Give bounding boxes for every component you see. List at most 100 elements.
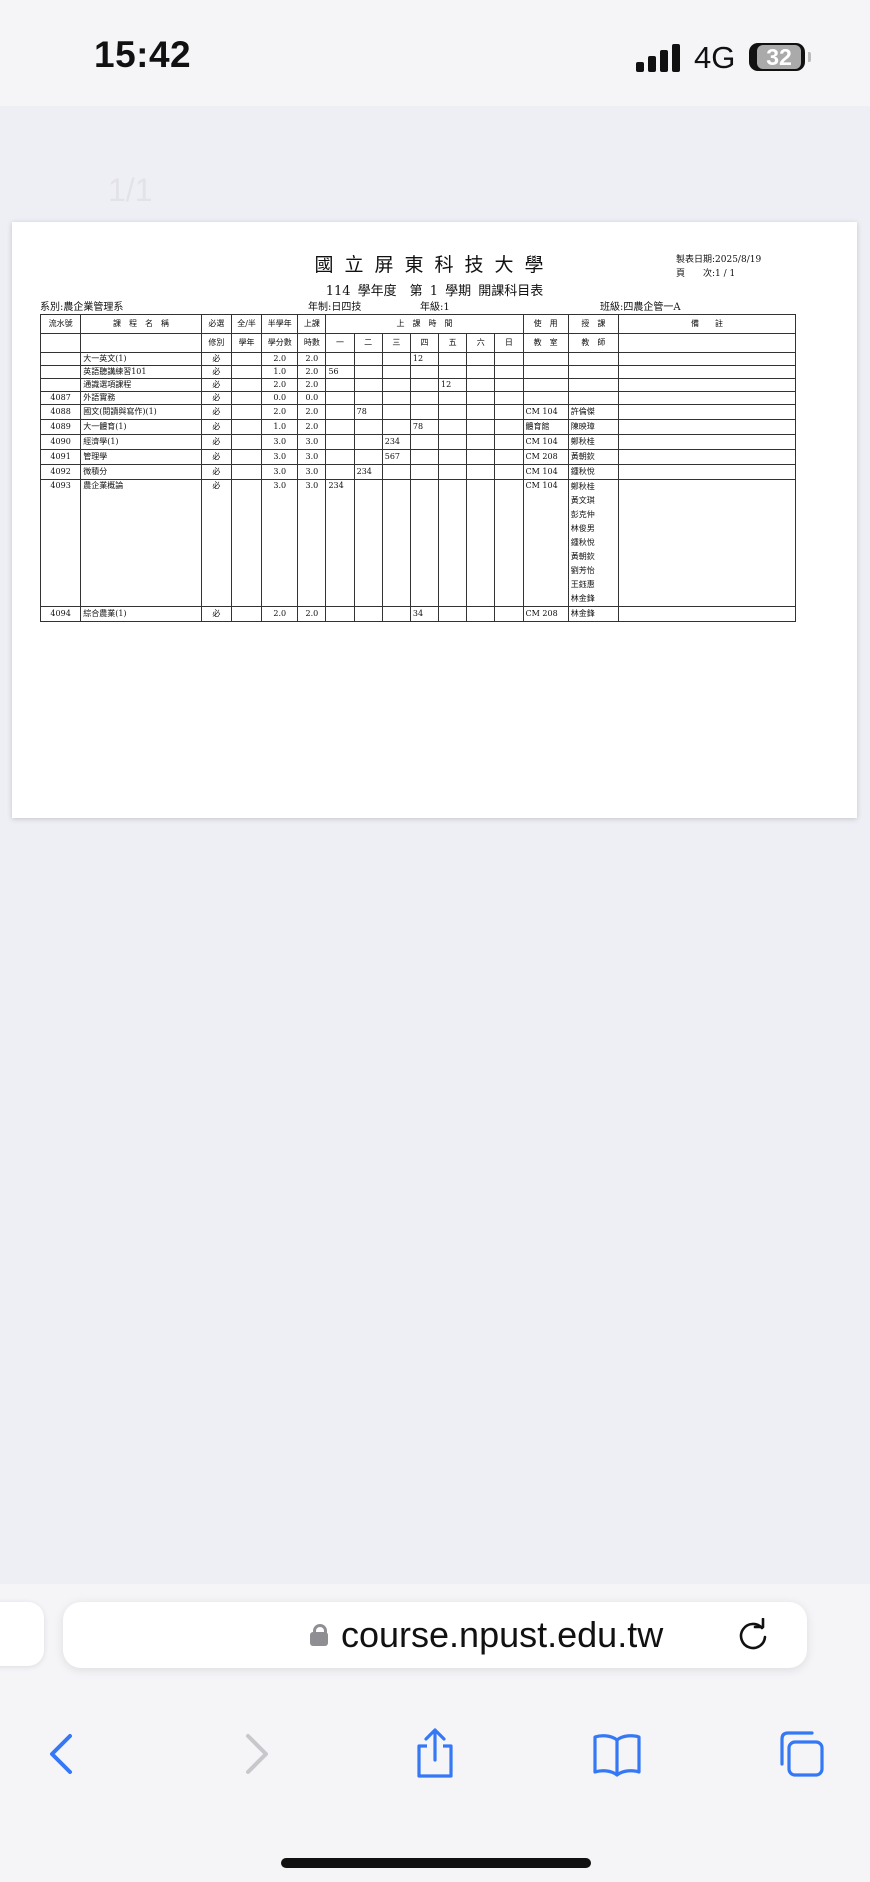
day-cell — [381, 419, 411, 435]
teacher-cell — [567, 391, 620, 405]
day-cell — [494, 434, 524, 450]
notes-cell — [618, 434, 796, 450]
teacher-cell: 鍾秋悅 — [567, 464, 620, 480]
day-cell — [494, 378, 524, 392]
notes-cell — [618, 606, 796, 622]
notes-cell — [618, 404, 796, 420]
room-cell: CM 104 — [522, 434, 569, 450]
full-half-cell — [230, 365, 263, 379]
bookmarks-icon[interactable] — [591, 1728, 643, 1780]
address-bar[interactable]: course.npust.edu.tw — [63, 1602, 807, 1668]
hours-cell: 2.0 — [297, 404, 327, 420]
course-name-cell: 大一體育(1) — [80, 419, 202, 435]
url-text: course.npust.edu.tw — [341, 1614, 664, 1655]
header-credits: 學分數 — [261, 333, 299, 353]
battery-icon: 32 — [749, 43, 811, 71]
day-cell — [381, 365, 411, 379]
full-half-cell — [230, 464, 263, 480]
hours-cell: 2.0 — [297, 606, 327, 622]
day-cell — [494, 365, 524, 379]
tabs-icon[interactable] — [776, 1728, 828, 1780]
day-cell — [466, 391, 496, 405]
header-day-sun: 日 — [494, 333, 524, 353]
day-cell: 234 — [381, 434, 411, 450]
table-row: 4092 微積分必 3.0 3.0 234 CM 104 鍾秋悅 — [39, 464, 796, 480]
day-cell — [325, 606, 355, 622]
hours-cell: 3.0 — [297, 464, 327, 480]
required-cell: 必 — [200, 365, 232, 379]
day-cell: 12 — [409, 352, 440, 366]
reload-icon[interactable] — [735, 1618, 771, 1654]
day-cell — [353, 449, 383, 465]
day-cell — [381, 464, 411, 480]
share-icon[interactable] — [409, 1728, 461, 1780]
day-cell — [409, 464, 440, 480]
day-cell — [438, 606, 468, 622]
day-cell — [466, 606, 496, 622]
credits-cell: 1.0 — [261, 365, 299, 379]
day-cell — [325, 404, 355, 420]
header-room: 使 用 — [522, 314, 569, 334]
day-cell — [325, 419, 355, 435]
required-cell: 必 — [200, 352, 232, 366]
teacher-name: 黃朝欽 — [570, 452, 595, 461]
teacher-name: 鍾秋悅 — [570, 467, 595, 476]
day-cell — [409, 378, 440, 392]
header-hours: 上課 — [297, 314, 327, 334]
hours-cell: 2.0 — [297, 352, 327, 366]
teacher-name: 黃朝欽 — [570, 552, 595, 561]
teacher-name: 鄭秋桂 — [570, 437, 595, 446]
serial-cell: 4090 — [39, 434, 82, 450]
day-cell: 34 — [409, 606, 440, 622]
course-name-cell: 外語實務 — [80, 391, 202, 405]
header-course-name: 課 程 名 稱 — [80, 314, 202, 334]
day-cell — [438, 449, 468, 465]
required-cell: 必 — [200, 434, 232, 450]
day-cell: 78 — [409, 419, 440, 435]
day-cell — [494, 479, 524, 607]
day-cell — [466, 419, 496, 435]
teacher-cell — [567, 378, 620, 392]
hours-cell: 3.0 — [297, 449, 327, 465]
course-name-cell: 大一英文(1) — [80, 352, 202, 366]
serial-cell — [39, 378, 82, 392]
teacher-cell: 許倫傑 — [567, 404, 620, 420]
room-cell: CM 208 — [522, 606, 569, 622]
credits-cell: 2.0 — [261, 404, 299, 420]
full-half-cell — [230, 352, 263, 366]
forward-button-icon[interactable] — [228, 1728, 280, 1780]
hours-cell: 0.0 — [297, 391, 327, 405]
day-cell — [381, 391, 411, 405]
day-cell: 234 — [353, 464, 383, 480]
room-cell: CM 104 — [522, 404, 569, 420]
table-row: 4091 管理學必 3.0 3.0 567 CM 208 黃朝欽 — [39, 449, 796, 465]
previous-tab-preview[interactable] — [0, 1602, 44, 1666]
day-cell — [353, 352, 383, 366]
day-cell — [494, 404, 524, 420]
room-cell: CM 208 — [522, 449, 569, 465]
back-button-icon[interactable] — [38, 1728, 90, 1780]
header-required: 必選 — [200, 314, 232, 334]
grade-label: 年級:1 — [420, 302, 450, 313]
teacher-name: 劉芳怡 — [570, 566, 595, 575]
header-room-sub: 教 室 — [522, 333, 569, 353]
notes-cell — [618, 464, 796, 480]
header-notes-sub — [618, 333, 796, 353]
teacher-cell: 黃朝欽 — [567, 449, 620, 465]
credits-cell: 3.0 — [261, 434, 299, 450]
required-cell: 必 — [200, 404, 232, 420]
day-cell — [353, 391, 383, 405]
course-name-cell: 綜合農業(1) — [80, 606, 202, 622]
hours-cell: 2.0 — [297, 378, 327, 392]
notes-cell — [618, 419, 796, 435]
table-row: 英語聽講練習101 必 1.0 2.0 56 — [39, 365, 796, 379]
document-page[interactable]: 國立屏東科技大學 114 學年度 第 1 學期 開課科目表 製表日期:2025/… — [12, 222, 857, 818]
room-cell — [522, 365, 569, 379]
home-indicator[interactable] — [281, 1858, 591, 1868]
day-cell — [325, 391, 355, 405]
header-teacher: 授 課 — [567, 314, 620, 334]
course-name-cell: 管理學 — [80, 449, 202, 465]
day-cell — [438, 365, 468, 379]
page-number: 頁 次:1 / 1 — [676, 269, 736, 279]
day-cell — [353, 365, 383, 379]
